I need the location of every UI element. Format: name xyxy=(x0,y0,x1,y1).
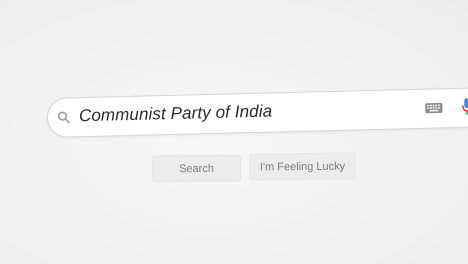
search-button[interactable]: Search xyxy=(151,154,242,183)
search-input[interactable]: Communist Party of India xyxy=(79,101,273,126)
feeling-lucky-button[interactable]: I'm Feeling Lucky xyxy=(248,152,357,181)
search-icon xyxy=(57,111,70,124)
keyboard-icon[interactable] xyxy=(425,102,443,114)
search-page: Communist Party of India Search I'm Feel… xyxy=(0,0,468,264)
microphone-icon[interactable] xyxy=(462,98,468,116)
search-bar[interactable]: Communist Party of India xyxy=(46,87,468,138)
